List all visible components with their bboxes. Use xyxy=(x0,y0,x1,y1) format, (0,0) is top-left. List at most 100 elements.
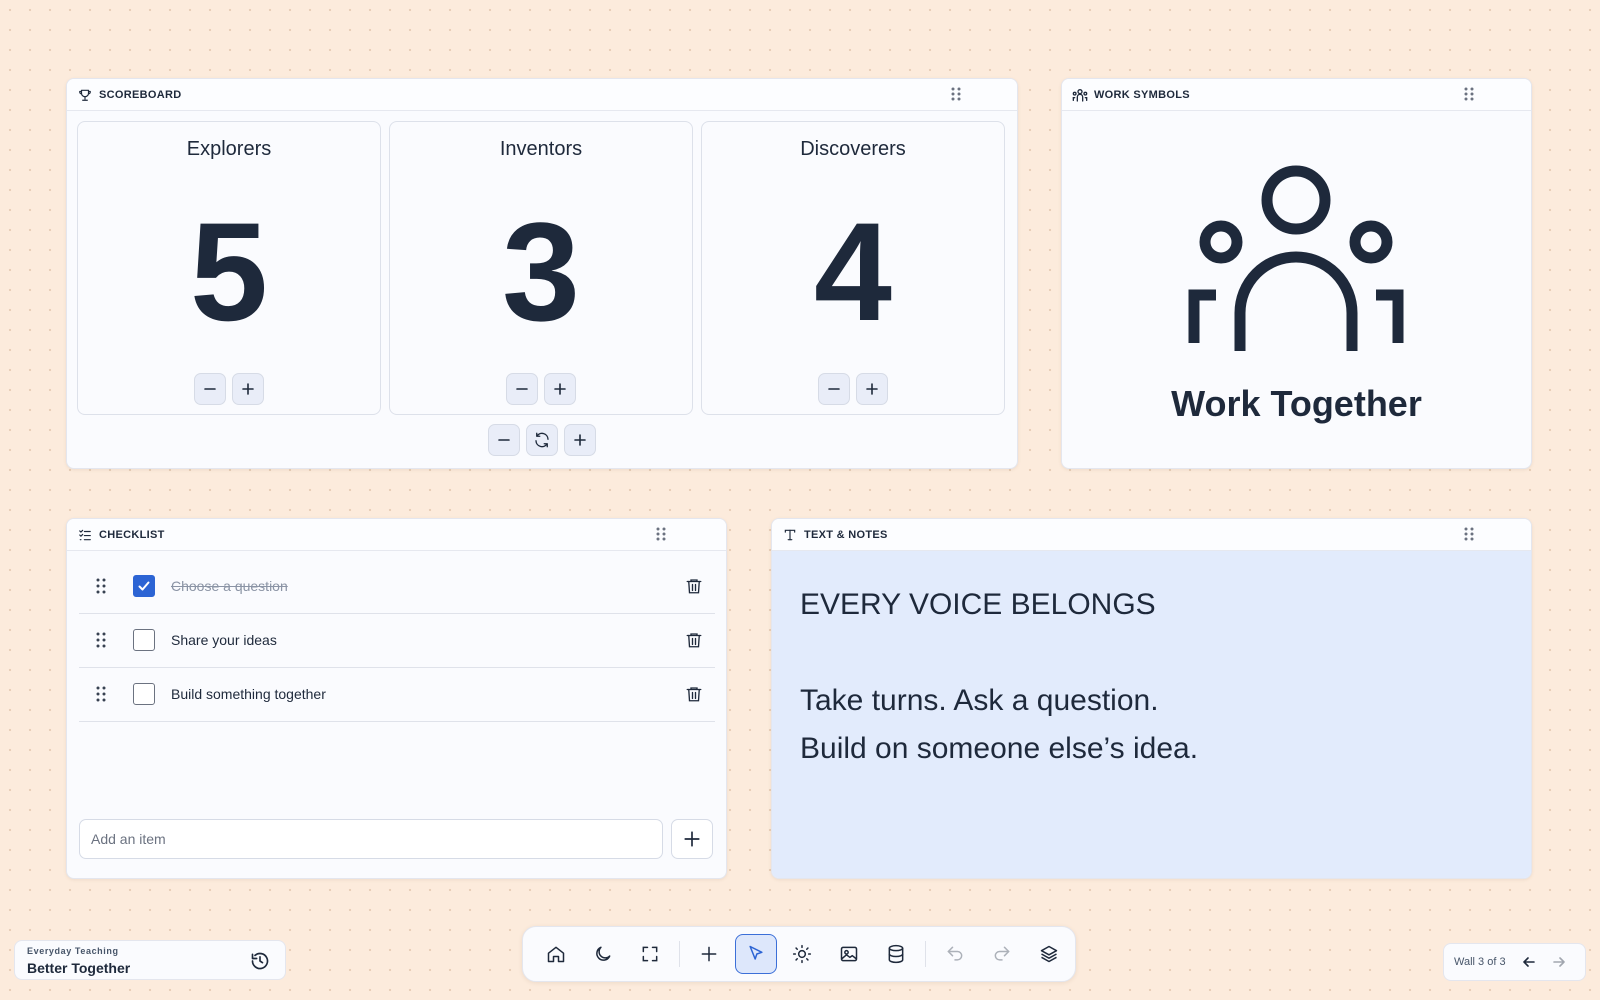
decrement-all-button[interactable] xyxy=(488,424,520,456)
minus-icon xyxy=(498,439,510,441)
notes-line xyxy=(800,629,1503,677)
decrement-score-button[interactable] xyxy=(506,373,538,405)
add-item-input[interactable] xyxy=(79,819,663,859)
team-score: 4 xyxy=(814,193,892,350)
scoreboard-header: SCOREBOARD xyxy=(67,79,1017,111)
home-icon xyxy=(547,946,565,963)
drag-handle-icon[interactable] xyxy=(91,578,111,594)
plus-icon xyxy=(554,383,566,395)
notes-line: Take turns. Ask a question. xyxy=(800,684,1159,717)
decrement-score-button[interactable] xyxy=(818,373,850,405)
data-button[interactable] xyxy=(875,934,917,974)
theme-toggle-button[interactable] xyxy=(582,934,624,974)
main-toolbar xyxy=(522,926,1076,982)
wall-info-card: Everyday Teaching Better Together xyxy=(14,940,286,980)
wall-title: Better Together xyxy=(27,960,131,976)
scoreboard-title: SCOREBOARD xyxy=(99,88,182,101)
checklist-item: Share your ideas xyxy=(79,613,715,668)
trash-icon[interactable] xyxy=(683,577,705,595)
layers-button[interactable] xyxy=(1028,934,1070,974)
trophy-icon xyxy=(77,87,93,103)
pointer-icon xyxy=(748,945,763,960)
work-symbol-label: Work Together xyxy=(1171,383,1422,424)
database-icon xyxy=(888,944,904,964)
brightness-button[interactable] xyxy=(782,934,824,974)
team-card-discoverers: Discoverers 4 xyxy=(701,121,1005,415)
checklist-title: CHECKLIST xyxy=(99,528,165,541)
item-checkbox[interactable] xyxy=(133,629,155,651)
moon-icon xyxy=(595,946,611,961)
checklist-widget: CHECKLIST Choose a question Share your i… xyxy=(66,518,727,879)
notes-line: EVERY VOICE BELONGS xyxy=(800,588,1156,621)
checklist-item: Build something together xyxy=(79,667,715,722)
grip-icon[interactable] xyxy=(1462,87,1476,101)
minus-icon xyxy=(516,388,528,390)
checklist-icon xyxy=(77,527,93,543)
arrow-left-icon xyxy=(1522,957,1535,967)
wall-counter: Wall 3 of 3 xyxy=(1454,956,1506,968)
redo-icon xyxy=(994,946,1010,961)
team-name: Discoverers xyxy=(800,138,906,160)
grip-icon[interactable] xyxy=(1462,527,1476,541)
work-symbols-header: WORK SYMBOLS xyxy=(1062,79,1531,111)
text-notes-header: TEXT & NOTES xyxy=(772,519,1531,551)
home-button[interactable] xyxy=(535,934,577,974)
team-card-inventors: Inventors 3 xyxy=(389,121,693,415)
checklist-item: Choose a question xyxy=(79,559,715,614)
team-card-explorers: Explorers 5 xyxy=(77,121,381,415)
notes-text-area[interactable]: EVERY VOICE BELONGS Take turns. Ask a qu… xyxy=(772,551,1531,878)
image-icon xyxy=(841,946,858,962)
history-icon[interactable] xyxy=(249,950,271,972)
trash-icon[interactable] xyxy=(683,685,705,703)
drag-handle-icon[interactable] xyxy=(91,632,111,648)
minus-icon xyxy=(204,388,216,390)
image-button[interactable] xyxy=(828,934,870,974)
fullscreen-icon xyxy=(642,946,658,962)
item-checkbox[interactable] xyxy=(133,575,155,597)
scoreboard-widget: SCOREBOARD Explorers 5 Inventors 3 Disco… xyxy=(66,78,1018,469)
increment-score-button[interactable] xyxy=(856,373,888,405)
trash-icon[interactable] xyxy=(683,631,705,649)
previous-wall-button[interactable] xyxy=(1514,947,1544,977)
text-icon xyxy=(782,527,798,543)
grip-icon[interactable] xyxy=(654,527,668,541)
notes-line: Build on someone else’s idea. xyxy=(800,732,1199,765)
wall-navigation: Wall 3 of 3 xyxy=(1443,943,1586,981)
item-text: Share your ideas xyxy=(171,632,277,648)
plus-icon xyxy=(574,434,586,446)
team-score: 3 xyxy=(502,193,580,350)
layers-icon xyxy=(1040,945,1058,963)
toolbar-divider xyxy=(925,941,927,967)
work-symbols-widget: WORK SYMBOLS Work Together xyxy=(1061,78,1532,469)
team-name: Explorers xyxy=(186,138,272,160)
wall-subtitle: Everyday Teaching xyxy=(27,946,119,956)
text-notes-widget: TEXT & NOTES EVERY VOICE BELONGS Take tu… xyxy=(771,518,1532,879)
grip-icon[interactable] xyxy=(949,87,963,101)
decrement-score-button[interactable] xyxy=(194,373,226,405)
next-wall-button[interactable] xyxy=(1544,947,1574,977)
increment-all-button[interactable] xyxy=(564,424,596,456)
toolbar-divider xyxy=(678,941,680,967)
team-name: Inventors xyxy=(499,138,583,160)
fullscreen-button[interactable] xyxy=(629,934,671,974)
checkmark-icon xyxy=(138,581,150,591)
increment-score-button[interactable] xyxy=(232,373,264,405)
item-text: Choose a question xyxy=(171,578,288,594)
drag-handle-icon[interactable] xyxy=(91,686,111,702)
refresh-icon xyxy=(535,432,549,448)
add-widget-button[interactable] xyxy=(688,934,730,974)
select-tool-button[interactable] xyxy=(734,934,777,974)
plus-icon xyxy=(684,831,700,847)
item-checkbox[interactable] xyxy=(133,683,155,705)
team-score: 5 xyxy=(190,193,268,350)
minus-icon xyxy=(828,388,840,390)
arrow-right-icon xyxy=(1552,957,1565,967)
increment-score-button[interactable] xyxy=(544,373,576,405)
redo-button[interactable] xyxy=(981,934,1023,974)
undo-icon xyxy=(947,946,963,961)
reset-scores-button[interactable] xyxy=(526,424,558,456)
add-item-button[interactable] xyxy=(671,819,713,859)
plus-icon xyxy=(866,383,878,395)
undo-button[interactable] xyxy=(934,934,976,974)
checklist-header: CHECKLIST xyxy=(67,519,726,551)
